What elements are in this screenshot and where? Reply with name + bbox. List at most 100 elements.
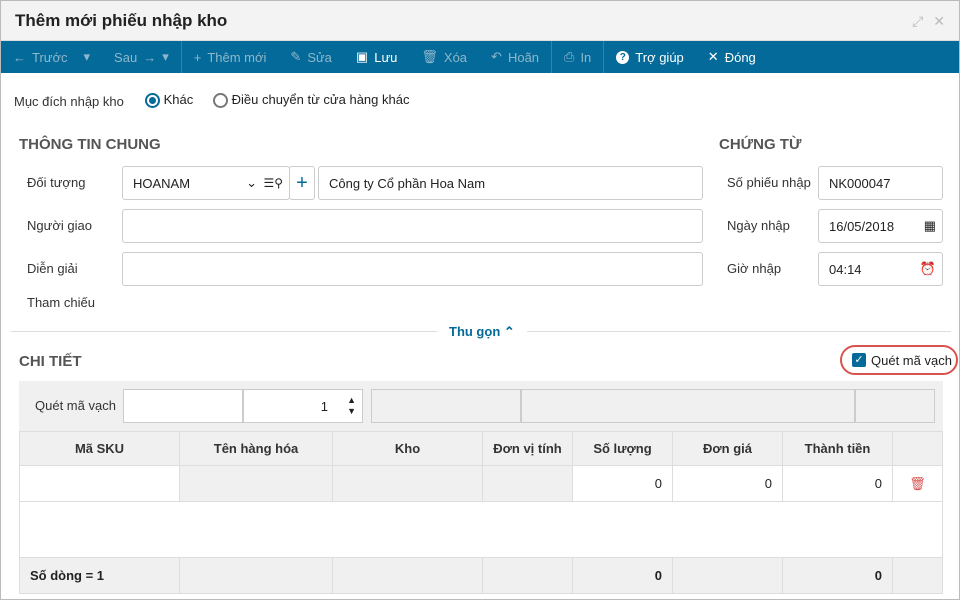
radio-selected-icon bbox=[145, 93, 160, 109]
time-label: Giờ nhập bbox=[727, 261, 782, 276]
plus-icon: + bbox=[193, 49, 202, 65]
printer-icon: ⎙ bbox=[564, 49, 575, 64]
add-button[interactable]: + Thêm mới bbox=[182, 41, 279, 73]
edit-button[interactable]: ✎ Sửa bbox=[278, 41, 344, 73]
object-name-input[interactable]: Công ty Cổ phần Hoa Nam bbox=[318, 166, 703, 200]
next-button[interactable]: Sau → ▾ bbox=[102, 41, 181, 73]
collapse-label: Thu gọn bbox=[449, 324, 501, 339]
cell-unit bbox=[482, 465, 573, 502]
scan-label: Quét mã vạch bbox=[35, 398, 116, 413]
quantity-stepper[interactable]: 1 ▲ ▼ bbox=[243, 389, 363, 423]
add-label: Thêm mới bbox=[207, 49, 267, 65]
trash-icon: 🗑 bbox=[421, 49, 438, 64]
desc-input[interactable] bbox=[122, 252, 703, 286]
deliverer-label: Người giao bbox=[27, 218, 92, 233]
radio-other-label: Khác bbox=[163, 92, 194, 107]
col-sku: Mã SKU bbox=[19, 431, 180, 466]
title-bar: Thêm mới phiếu nhập kho ⤢ ✕ bbox=[1, 1, 959, 41]
col-amount: Thành tiền bbox=[782, 431, 893, 466]
prev-button[interactable]: ← Trước ▾ bbox=[1, 41, 102, 73]
cell-warehouse bbox=[332, 465, 483, 502]
voucher-no-input[interactable]: NK000047 bbox=[818, 166, 943, 200]
object-label: Đối tượng bbox=[27, 175, 86, 190]
voucher-no-value: NK000047 bbox=[829, 175, 891, 191]
close-icon[interactable]: ✕ bbox=[933, 13, 945, 30]
table-row[interactable]: 0 0 0 🗑 bbox=[19, 465, 943, 502]
col-unit: Đơn vị tính bbox=[482, 431, 573, 466]
col-actions bbox=[892, 431, 943, 466]
table-footer: Số dòng = 1 0 0 bbox=[19, 557, 943, 594]
save-label: Lưu bbox=[374, 49, 398, 65]
print-label: In bbox=[580, 49, 592, 65]
general-heading: THÔNG TIN CHUNG bbox=[19, 136, 161, 153]
alarm-clock-icon[interactable]: ⏰ bbox=[920, 261, 936, 277]
chevron-down-icon: ⌄ bbox=[246, 175, 257, 190]
detail-table: Mã SKU Tên hàng hóa Kho Đơn vị tính Số l… bbox=[19, 431, 943, 594]
delete-button[interactable]: 🗑 Xóa bbox=[409, 41, 479, 73]
pencil-icon: ✎ bbox=[290, 49, 302, 64]
toolbar: ← Trước ▾ Sau → ▾ + Thêm mới ✎ Sửa ▣ Lưu 🗑 Xóa ↶… bbox=[1, 41, 959, 73]
search-list-icon[interactable]: ☰⚲ bbox=[263, 176, 283, 190]
object-code: HOANAM bbox=[133, 175, 191, 191]
arrow-left-icon: ← bbox=[13, 49, 26, 65]
footer-row-count: Số dòng = 1 bbox=[19, 557, 180, 594]
undo-button[interactable]: ↶ Hoãn bbox=[479, 41, 551, 73]
help-label: Trợ giúp bbox=[635, 49, 684, 65]
voucher-heading: CHỨNG TỪ bbox=[719, 136, 802, 153]
scan-checkbox-label: Quét mã vạch bbox=[871, 352, 952, 368]
print-button[interactable]: ⎙ In bbox=[552, 41, 603, 73]
cell-name bbox=[179, 465, 333, 502]
calendar-icon[interactable]: ▦ bbox=[924, 218, 936, 234]
table-header: Mã SKU Tên hàng hóa Kho Đơn vị tính Số l… bbox=[19, 431, 943, 466]
delete-row-icon[interactable]: 🗑 bbox=[892, 465, 943, 502]
maximize-icon[interactable]: ⤢ bbox=[912, 13, 923, 30]
readonly-field bbox=[371, 389, 521, 423]
time-value: 04:14 bbox=[829, 261, 862, 277]
barcode-input[interactable] bbox=[123, 389, 243, 423]
prev-label: Trước bbox=[32, 49, 68, 65]
stepper-arrows-icon[interactable]: ▲ ▼ bbox=[347, 395, 356, 417]
collapse-button[interactable]: Thu gọn ⌃ bbox=[437, 324, 527, 340]
footer-qty: 0 bbox=[572, 557, 673, 594]
cell-price[interactable]: 0 bbox=[672, 465, 783, 502]
chevron-up-icon: ⌃ bbox=[503, 324, 515, 339]
undo-icon: ↶ bbox=[491, 49, 502, 64]
object-select[interactable]: HOANAM ⌄ ☰⚲ bbox=[122, 166, 290, 200]
footer-cell bbox=[332, 557, 483, 594]
caret-down-icon[interactable]: ▾ bbox=[84, 49, 91, 65]
footer-cell bbox=[892, 557, 943, 594]
empty-area bbox=[19, 501, 943, 558]
plus-icon: + bbox=[296, 171, 308, 194]
time-input[interactable]: 04:14 ⏰ bbox=[818, 252, 943, 286]
footer-total: 0 bbox=[782, 557, 893, 594]
col-name: Tên hàng hóa bbox=[179, 431, 333, 466]
quantity-value: 1 bbox=[320, 398, 328, 414]
arrow-right-icon: → bbox=[143, 49, 157, 65]
delete-label: Xóa bbox=[443, 49, 468, 65]
radio-other[interactable]: Khác bbox=[145, 92, 194, 109]
caret-down-icon[interactable]: ▾ bbox=[162, 49, 169, 65]
cell-sku[interactable] bbox=[19, 465, 180, 502]
deliverer-input[interactable] bbox=[122, 209, 703, 243]
add-object-button[interactable]: + bbox=[289, 166, 315, 200]
help-button[interactable]: ? Trợ giúp bbox=[604, 41, 696, 73]
footer-cell bbox=[672, 557, 783, 594]
detail-heading: CHI TIẾT bbox=[19, 353, 82, 370]
scan-checkbox[interactable]: ✓ Quét mã vạch bbox=[840, 345, 958, 375]
x-icon: ✕ bbox=[707, 49, 719, 64]
footer-cell bbox=[482, 557, 573, 594]
voucher-no-label: Số phiếu nhập bbox=[727, 175, 811, 190]
readonly-field bbox=[855, 389, 935, 423]
radio-transfer[interactable]: Điều chuyển từ cửa hàng khác bbox=[213, 92, 409, 109]
date-input[interactable]: 16/05/2018 ▦ bbox=[818, 209, 943, 243]
ref-label: Tham chiếu bbox=[27, 295, 95, 310]
floppy-icon: ▣ bbox=[355, 49, 369, 64]
desc-label: Diễn giải bbox=[27, 261, 78, 276]
cell-amount[interactable]: 0 bbox=[782, 465, 893, 502]
col-qty: Số lượng bbox=[572, 431, 673, 466]
cell-qty[interactable]: 0 bbox=[572, 465, 673, 502]
close-button[interactable]: ✕ Đóng bbox=[696, 41, 768, 73]
save-button[interactable]: ▣ Lưu bbox=[344, 41, 409, 73]
readonly-field bbox=[521, 389, 855, 423]
edit-label: Sửa bbox=[307, 49, 332, 65]
